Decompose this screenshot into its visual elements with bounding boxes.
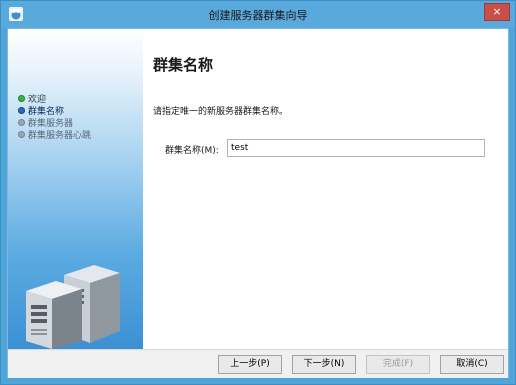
step-pending-icon <box>18 130 25 138</box>
title-bar[interactable]: 创建服务器群集向导 × <box>1 1 515 28</box>
finish-button[interactable]: 完成(F) <box>366 355 430 374</box>
wizard-content: 群集名称 请指定唯一的新服务器群集名称。 群集名称(M): <box>143 29 508 349</box>
step-cluster-name: 群集名称 <box>18 104 91 117</box>
step-complete-icon <box>18 94 25 102</box>
button-bar: 上一步(P) 下一步(N) 完成(F) 取消(C) <box>8 349 508 378</box>
step-cluster-servers: 群集服务器 <box>18 116 91 129</box>
wizard-steps: 欢迎 群集名称 群集服务器 群集服务器心跳 <box>18 92 92 141</box>
wizard-sidebar: 欢迎 群集名称 群集服务器 群集服务器心跳 <box>8 29 143 349</box>
wizard-body: 欢迎 群集名称 群集服务器 群集服务器心跳 群集名称 请指定唯一的新服务器群集名… <box>7 28 509 378</box>
back-button[interactable]: 上一步(P) <box>218 355 282 374</box>
cancel-button[interactable]: 取消(C) <box>440 355 504 374</box>
cluster-name-input[interactable] <box>227 139 485 157</box>
wizard-window: 创建服务器群集向导 × 欢迎 群集名称 群集服务器 群集服务器心跳 群集名称 请… <box>0 0 516 385</box>
server-icon <box>20 257 130 349</box>
window-title: 创建服务器群集向导 <box>208 9 308 22</box>
step-cluster-heartbeat: 群集服务器心跳 <box>18 128 92 141</box>
page-title: 群集名称 <box>153 56 214 74</box>
step-current-icon <box>18 106 25 114</box>
instruction-text: 请指定唯一的新服务器群集名称。 <box>153 107 289 117</box>
step-pending-icon <box>18 118 25 126</box>
step-label: 群集服务器心跳 <box>28 130 92 141</box>
cluster-name-label: 群集名称(M): <box>165 146 219 156</box>
next-button[interactable]: 下一步(N) <box>292 355 356 374</box>
step-welcome: 欢迎 <box>18 92 91 105</box>
close-button[interactable]: × <box>484 3 510 21</box>
